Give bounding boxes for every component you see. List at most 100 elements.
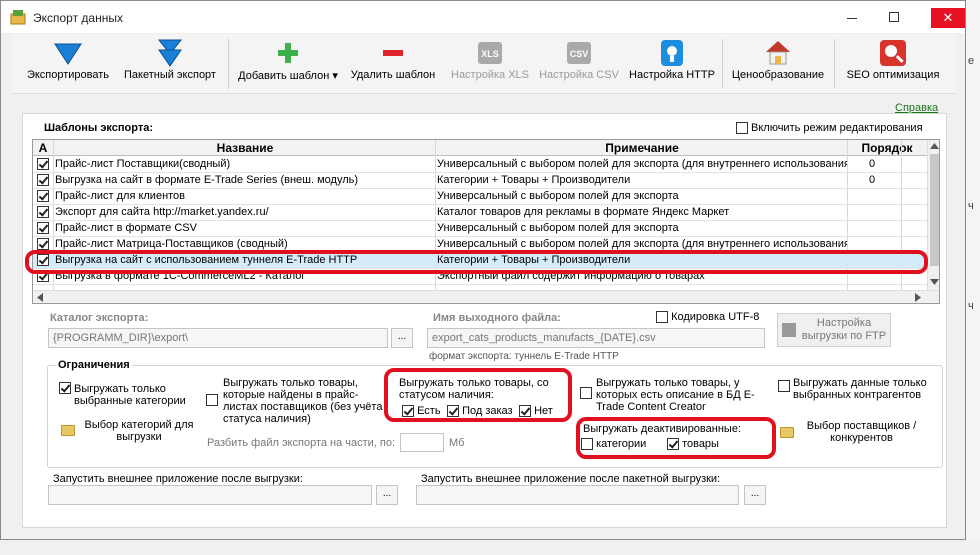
scroll-up-icon[interactable] bbox=[930, 143, 939, 149]
row-order: 0 bbox=[869, 174, 876, 186]
choose-categories-link[interactable]: Выбор категорий для выгрузки bbox=[79, 419, 199, 443]
pricing-button[interactable]: Ценообразование bbox=[726, 34, 830, 94]
table-row[interactable]: Экспорт для сайта http://market.yandex.r… bbox=[33, 205, 928, 221]
title-bar: Экспорт данных ✕ bbox=[1, 1, 965, 33]
run-after-batch-input[interactable] bbox=[416, 485, 739, 505]
batch-export-button[interactable]: Пакетный экспорт bbox=[118, 34, 222, 94]
pricing-label: Ценообразование bbox=[731, 69, 825, 81]
utf8-box[interactable] bbox=[656, 311, 668, 324]
http-settings-button[interactable]: Настройка HTTP bbox=[626, 34, 718, 94]
horizontal-scrollbar[interactable] bbox=[33, 290, 939, 303]
edge-glyph: е bbox=[968, 55, 975, 67]
scroll-down-icon[interactable] bbox=[930, 279, 939, 285]
batch-export-icon bbox=[157, 39, 183, 67]
row-active-checkbox[interactable] bbox=[37, 174, 49, 187]
minimize-button[interactable] bbox=[847, 10, 861, 19]
xls-settings-button[interactable]: XLS Настройка XLS bbox=[448, 34, 532, 94]
xls-settings-label: Настройка XLS bbox=[451, 69, 529, 81]
table-row[interactable]: Прайс-лист в формате CSV Универсальный с … bbox=[33, 221, 928, 237]
selected-categories-checkbox[interactable] bbox=[59, 382, 71, 395]
vertical-scroll-thumb[interactable] bbox=[930, 154, 939, 266]
selected-categories-box[interactable] bbox=[59, 382, 71, 395]
scroll-left-icon[interactable] bbox=[37, 293, 43, 302]
run-after-browse-button[interactable]: ... bbox=[376, 485, 398, 505]
export-button[interactable]: Экспортировать bbox=[20, 34, 116, 94]
seo-button[interactable]: SEO оптимизация bbox=[838, 34, 948, 94]
run-after-batch-browse-button[interactable]: ... bbox=[744, 485, 766, 505]
export-dir-label: Каталог экспорта: bbox=[50, 312, 149, 324]
svg-text:XLS: XLS bbox=[481, 49, 499, 59]
toolbar-separator bbox=[228, 39, 229, 89]
split-label: Разбить файл экспорта на части, по: bbox=[207, 437, 396, 449]
split-size-input[interactable] bbox=[400, 433, 444, 452]
row-note: Категории + Товары + Производители bbox=[437, 174, 631, 186]
edit-mode-box[interactable] bbox=[736, 122, 748, 135]
supplier-goods-checkbox[interactable] bbox=[206, 394, 218, 407]
delete-template-button[interactable]: Удалить шаблон bbox=[346, 34, 440, 94]
app-icon bbox=[10, 10, 26, 25]
add-template-button[interactable]: Добавить шаблон ▾ bbox=[234, 34, 342, 94]
with-description-checkbox[interactable] bbox=[580, 387, 592, 400]
col-active[interactable]: А bbox=[35, 141, 51, 155]
utf8-label: Кодировка UTF-8 bbox=[671, 311, 760, 323]
row-name: Прайс-лист в формате CSV bbox=[55, 222, 197, 234]
split-unit: Мб bbox=[449, 437, 465, 449]
row-active-checkbox[interactable] bbox=[37, 206, 49, 219]
csv-settings-label: Настройка CSV bbox=[539, 69, 619, 81]
row-active-checkbox[interactable] bbox=[37, 158, 49, 171]
row-note: Универсальный с выбором полей для экспор… bbox=[437, 190, 679, 202]
row-name: Прайс-лист Поставщики(сводный) bbox=[55, 158, 231, 170]
col-order[interactable]: Порядок bbox=[847, 141, 927, 155]
vertical-scrollbar[interactable] bbox=[927, 140, 939, 290]
window-title: Экспорт данных bbox=[33, 11, 123, 25]
suppliers-folder-icon bbox=[780, 427, 794, 441]
table-row[interactable]: Прайс-лист Поставщики(сводный) Универсаль… bbox=[33, 157, 928, 173]
delete-template-label: Удалить шаблон bbox=[350, 69, 436, 81]
toolbar: Экспортировать Пакетный экспорт Добавить… bbox=[12, 34, 957, 94]
folder-icon bbox=[61, 425, 75, 439]
table-row[interactable]: Выгрузка на сайт в формате E-Trade Serie… bbox=[33, 173, 928, 189]
row-note: Универсальный с выбором полей для экспор… bbox=[437, 222, 679, 234]
templates-table: А Название Примечание Порядок Прайс-лист… bbox=[32, 139, 940, 304]
row-active-checkbox[interactable] bbox=[37, 190, 49, 203]
with-description-box[interactable] bbox=[580, 387, 592, 400]
background-window-edge: е ч ч bbox=[964, 0, 980, 555]
templates-section-title: Шаблоны экспорта: bbox=[44, 122, 154, 134]
run-after-input[interactable] bbox=[48, 485, 372, 505]
export-arrow-icon bbox=[54, 43, 82, 65]
table-row[interactable]: Прайс-лист для клиентов Универсальный с в… bbox=[33, 189, 928, 205]
ftp-settings-button[interactable]: Настройка выгрузки по FTP bbox=[777, 313, 891, 347]
export-dir-input[interactable]: {PROGRAMM_DIR}\export\ bbox=[48, 328, 388, 348]
http-settings-label: Настройка HTTP bbox=[629, 69, 715, 81]
close-button[interactable]: ✕ bbox=[931, 8, 965, 28]
supplier-goods-box[interactable] bbox=[206, 394, 218, 407]
edge-glyph: ч bbox=[968, 300, 974, 312]
export-format-note: формат экспорта: туннель E-Trade HTTP bbox=[429, 351, 619, 362]
close-icon: ✕ bbox=[942, 10, 954, 25]
edit-mode-checkbox[interactable]: Включить режим редактирования bbox=[736, 122, 923, 135]
toolbar-separator bbox=[834, 39, 835, 89]
utf8-checkbox[interactable]: Кодировка UTF-8 bbox=[656, 311, 760, 324]
choose-suppliers-link[interactable]: Выбор поставщиков / конкурентов bbox=[799, 420, 924, 444]
row-name: Экспорт для сайта http://market.yandex.r… bbox=[55, 206, 269, 218]
http-tunnel-icon bbox=[661, 40, 683, 66]
deactivated-highlight bbox=[576, 417, 776, 459]
output-file-input[interactable]: export_cats_products_manufacts_{DATE}.cs… bbox=[427, 328, 765, 348]
batch-export-label: Пакетный экспорт bbox=[124, 69, 216, 81]
col-name[interactable]: Название bbox=[55, 141, 435, 155]
edge-glyph: ч bbox=[968, 200, 974, 212]
output-file-label: Имя выходного файла: bbox=[433, 312, 561, 324]
run-after-batch-label: Запустить внешнее приложение после пакет… bbox=[421, 473, 721, 485]
row-active-checkbox[interactable] bbox=[37, 238, 49, 251]
scroll-right-icon[interactable] bbox=[915, 293, 921, 302]
selected-contractors-box[interactable] bbox=[778, 380, 790, 393]
selected-contractors-checkbox[interactable] bbox=[778, 380, 790, 393]
maximize-button[interactable] bbox=[889, 12, 899, 22]
csv-settings-button[interactable]: CSV Настройка CSV bbox=[536, 34, 622, 94]
export-dir-browse-button[interactable]: ... bbox=[391, 328, 413, 348]
row-active-checkbox[interactable] bbox=[37, 222, 49, 235]
selected-categories-label: Выгружать только выбранные категории bbox=[74, 383, 186, 407]
toolbar-separator bbox=[722, 39, 723, 89]
col-note[interactable]: Примечание bbox=[437, 141, 847, 155]
row-name: Прайс-лист для клиентов bbox=[55, 190, 186, 202]
